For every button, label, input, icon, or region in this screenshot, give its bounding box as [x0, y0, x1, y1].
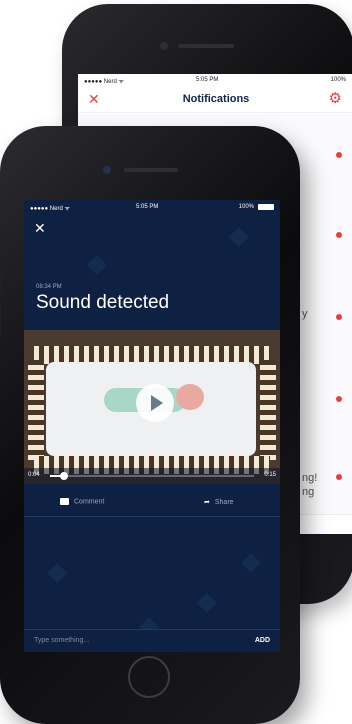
- volume-up-button: [0, 258, 1, 294]
- mute-switch: [0, 222, 1, 242]
- volume-down-button: [0, 302, 1, 338]
- unread-dot: [336, 152, 342, 158]
- notification-text-fragment: ng!: [302, 472, 318, 484]
- page-title: Notifications: [182, 93, 250, 105]
- clock-label: 5:05 PM: [196, 77, 219, 83]
- event-title: Sound detected: [36, 292, 170, 313]
- baby-head: [176, 384, 204, 410]
- scrubber-track[interactable]: [50, 475, 254, 477]
- share-button[interactable]: ➦ Share: [204, 498, 234, 506]
- front-camera: [103, 166, 111, 174]
- battery-icon: [258, 204, 274, 210]
- status-bar: ●●●●● Nerd ᯤ 5:05 PM 100%: [24, 200, 280, 214]
- background-diamond: [241, 553, 261, 573]
- action-bar: Comment ➦ Share: [24, 494, 280, 517]
- battery-label: 100%: [238, 204, 254, 210]
- home-button[interactable]: [128, 656, 170, 698]
- clock-label: 5:05 PM: [136, 204, 159, 210]
- unread-dot: [336, 232, 342, 238]
- carrier-label: ●●●●● Nerd ᯤ: [84, 79, 124, 85]
- unread-dot: [336, 314, 342, 320]
- comment-input-bar: Type something... ADD: [24, 629, 280, 652]
- crib-rail: [28, 360, 44, 460]
- comment-input[interactable]: Type something...: [34, 637, 89, 644]
- gear-icon[interactable]: ⚙: [329, 89, 342, 107]
- play-icon[interactable]: [136, 384, 174, 422]
- status-bar: ●●●●● Nerd ᯤ 5:05 PM 100%: [78, 74, 352, 86]
- video-scrubber[interactable]: 0:04 0:15: [24, 468, 280, 484]
- share-label: Share: [214, 499, 234, 506]
- carrier-label: ●●●●● Nerd ᯤ: [30, 206, 70, 212]
- close-icon[interactable]: ✕: [34, 220, 46, 237]
- add-button[interactable]: ADD: [255, 637, 270, 644]
- unread-dot: [336, 396, 342, 402]
- notifications-header: ✕ Notifications ⚙: [78, 86, 352, 113]
- front-camera: [160, 42, 168, 50]
- total-time: 0:15: [264, 472, 276, 478]
- comment-label: Comment: [74, 498, 105, 506]
- background-diamond: [87, 255, 107, 275]
- scrubber-handle[interactable]: [60, 472, 68, 480]
- event-time: 08:34 PM: [36, 284, 62, 290]
- crib-rail: [260, 360, 276, 460]
- unread-dot: [336, 474, 342, 480]
- share-icon: ➦: [204, 499, 210, 506]
- background-diamond: [47, 563, 67, 583]
- background-diamond: [229, 227, 249, 247]
- video-player[interactable]: 0:04 0:15: [24, 330, 280, 484]
- notification-text-fragment: ng: [302, 486, 315, 498]
- elapsed-time: 0:04: [28, 472, 40, 478]
- battery-label: 100%: [330, 77, 346, 83]
- notification-text-fragment: y: [302, 308, 308, 320]
- earpiece-speaker: [124, 168, 178, 172]
- comment-button[interactable]: Comment: [60, 498, 104, 505]
- earpiece-speaker: [178, 44, 234, 48]
- comment-icon: [60, 498, 69, 505]
- background-diamond: [197, 593, 217, 613]
- event-detail-screen: ●●●●● Nerd ᯤ 5:05 PM 100% ✕ 08:34 PM Sou…: [24, 200, 280, 652]
- front-phone: ●●●●● Nerd ᯤ 5:05 PM 100% ✕ 08:34 PM Sou…: [0, 126, 300, 724]
